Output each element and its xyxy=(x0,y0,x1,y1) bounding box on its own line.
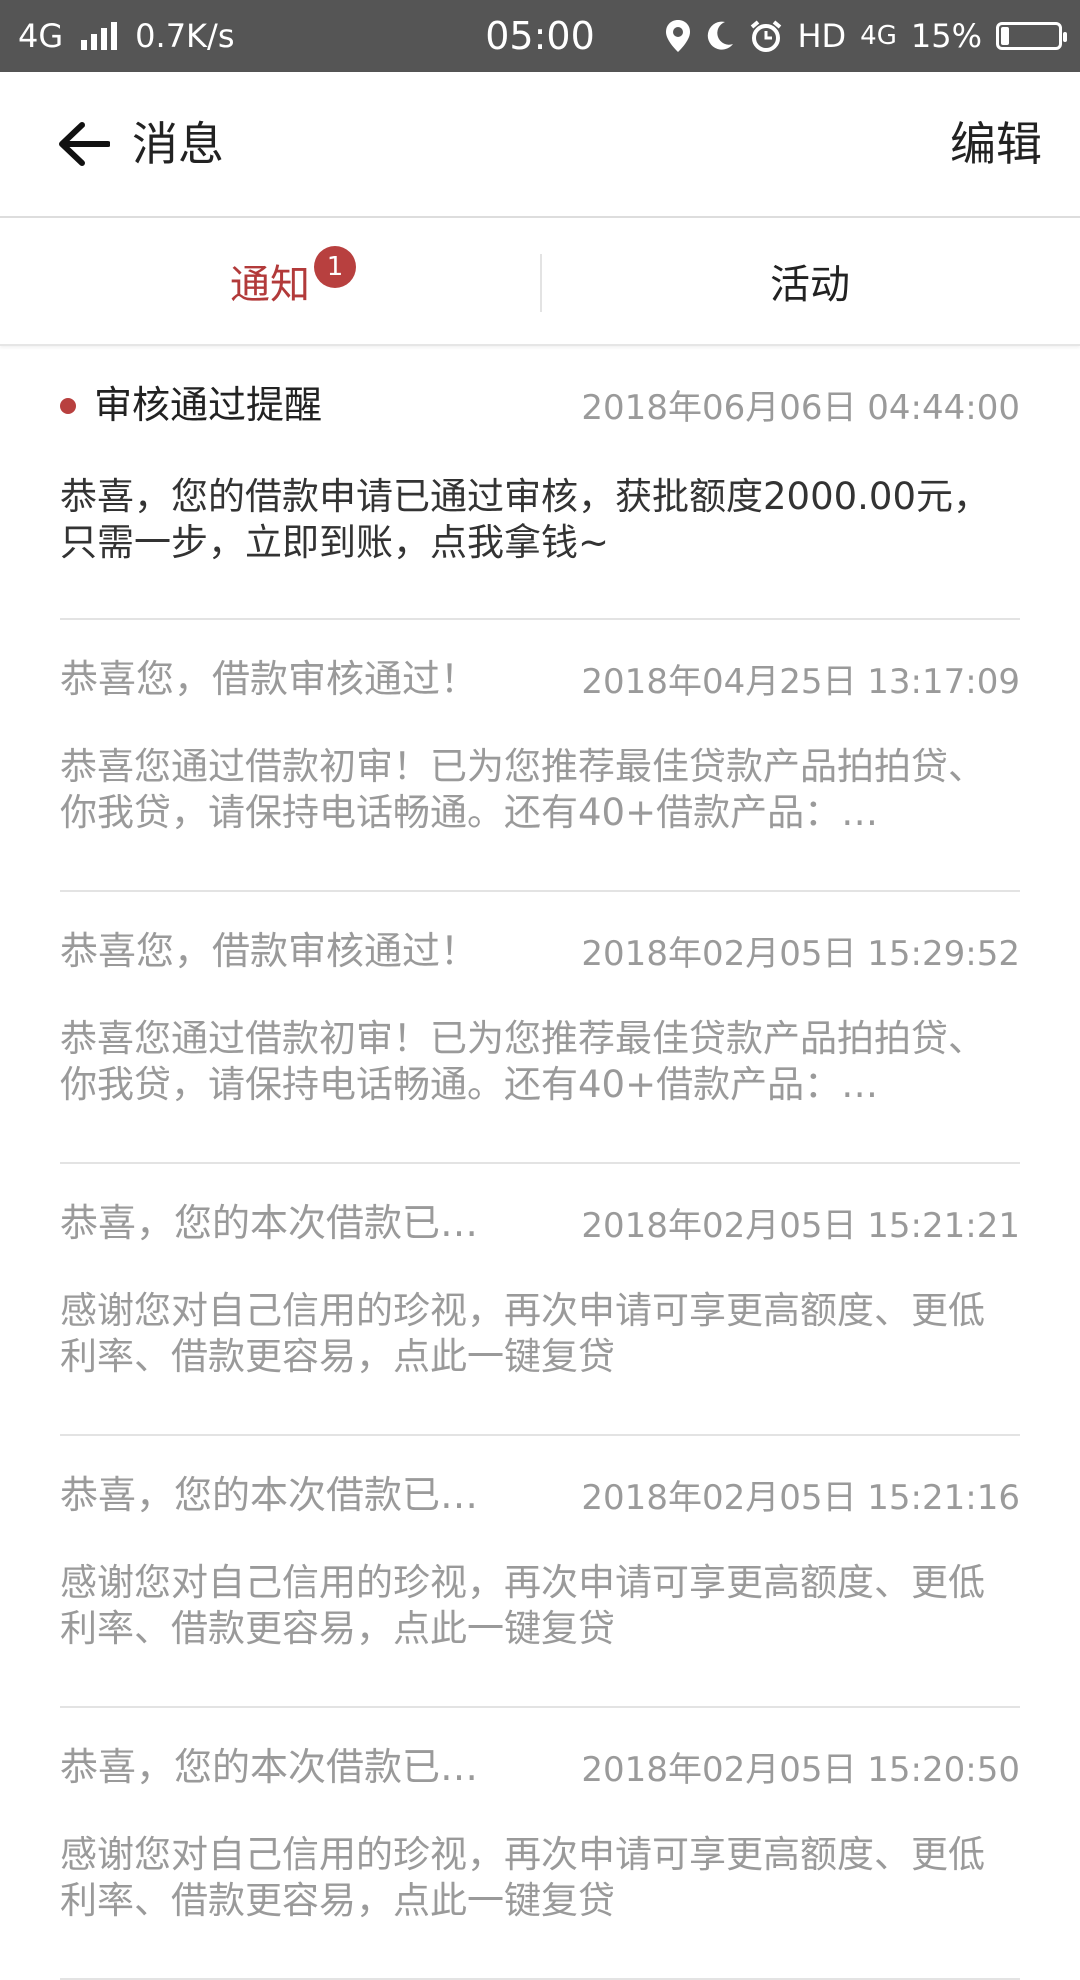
page-title: 消息 xyxy=(132,117,224,171)
message-item[interactable]: 恭喜，您的本次借款已… 2018年02月05日 15:21:16 感谢您对自己信… xyxy=(60,1436,1020,1708)
status-bar: 4G 0.7K/s 05:00 HD 4G 15% xyxy=(0,0,1080,72)
message-body: 恭喜，您的借款申请已通过审核，获批额度2000.00元，只需一步，立即到账，点我… xyxy=(60,475,991,564)
message-time: 2018年06月06日 04:44:00 xyxy=(581,388,1020,428)
battery-fill xyxy=(1001,27,1010,45)
message-body: 感谢您对自己信用的珍视，再次申请可享更高额度、更低利率、借款更容易，点此一键复贷 xyxy=(60,1289,985,1378)
moon-icon xyxy=(708,21,734,50)
unread-dot xyxy=(60,398,76,414)
unread-badge: 1 xyxy=(314,246,356,288)
tab-activities-label: 活动 xyxy=(770,262,850,308)
message-time: 2018年04月25日 13:17:09 xyxy=(581,662,1020,702)
message-item[interactable]: 恭喜您，借款审核通过！ 2018年02月05日 15:29:52 恭喜您通过借款… xyxy=(60,892,1020,1164)
network-4g-indicator: 4G xyxy=(860,21,897,51)
message-title: 恭喜，您的本次借款已… xyxy=(60,1473,479,1517)
tab-notifications-label: 通知 xyxy=(230,262,310,308)
message-title: 审核通过提醒 xyxy=(94,383,323,427)
hd-indicator: HD xyxy=(797,17,847,55)
message-item[interactable]: 恭喜您，借款审核通过！ 2018年04月25日 13:17:09 恭喜您通过借款… xyxy=(60,620,1020,892)
message-body: 感谢您对自己信用的珍视，再次申请可享更高额度、更低利率、借款更容易，点此一键复贷 xyxy=(60,1561,985,1650)
battery-percent: 15% xyxy=(910,17,982,55)
message-item[interactable]: 恭喜，您的本次借款已… 2018年02月05日 15:20:50 感谢您对自己信… xyxy=(60,1708,1020,1980)
message-title: 恭喜，您的本次借款已… xyxy=(60,1201,479,1245)
message-body: 感谢您对自己信用的珍视，再次申请可享更高额度、更低利率、借款更容易，点此一键复贷 xyxy=(60,1833,985,1922)
message-title: 恭喜，您的本次借款已… xyxy=(60,1745,479,1789)
message-title: 恭喜您，借款审核通过！ xyxy=(60,657,479,701)
back-arrow-icon xyxy=(59,122,110,166)
message-item[interactable]: 恭喜，您的本次借款已… 2018年02月05日 15:21:21 感谢您对自己信… xyxy=(60,1164,1020,1436)
message-title: 恭喜您，借款审核通过！ xyxy=(60,929,479,973)
status-right: HD 4G 15% xyxy=(665,0,1067,72)
message-body: 恭喜您通过借款初审！已为您推荐最佳贷款产品拍拍贷、你我贷，请保持电话畅通。还有4… xyxy=(60,745,985,834)
message-time: 2018年02月05日 15:20:50 xyxy=(581,1750,1020,1790)
tab-activities[interactable]: 活动 xyxy=(540,218,1080,344)
location-icon xyxy=(666,20,691,52)
message-body: 恭喜您通过借款初审！已为您推荐最佳贷款产品拍拍贷、你我贷，请保持电话畅通。还有4… xyxy=(60,1017,985,1106)
clock: 05:00 xyxy=(485,14,595,58)
back-button[interactable] xyxy=(54,116,114,172)
message-time: 2018年02月05日 15:21:16 xyxy=(581,1478,1020,1518)
edit-button[interactable]: 编辑 xyxy=(950,72,1042,216)
message-item[interactable]: 审核通过提醒 2018年06月06日 04:44:00 恭喜，您的借款申请已通过… xyxy=(60,346,1020,620)
tab-bar: 通知 1 活动 xyxy=(0,218,1080,346)
tab-notifications[interactable]: 通知 1 xyxy=(0,218,540,344)
message-time: 2018年02月05日 15:29:52 xyxy=(581,934,1020,974)
alarm-icon xyxy=(751,20,782,52)
message-list: 审核通过提醒 2018年06月06日 04:44:00 恭喜，您的借款申请已通过… xyxy=(0,346,1080,1980)
message-time: 2018年02月05日 15:21:21 xyxy=(581,1206,1020,1246)
app-bar: 消息 编辑 xyxy=(0,72,1080,218)
battery-icon xyxy=(996,22,1067,50)
